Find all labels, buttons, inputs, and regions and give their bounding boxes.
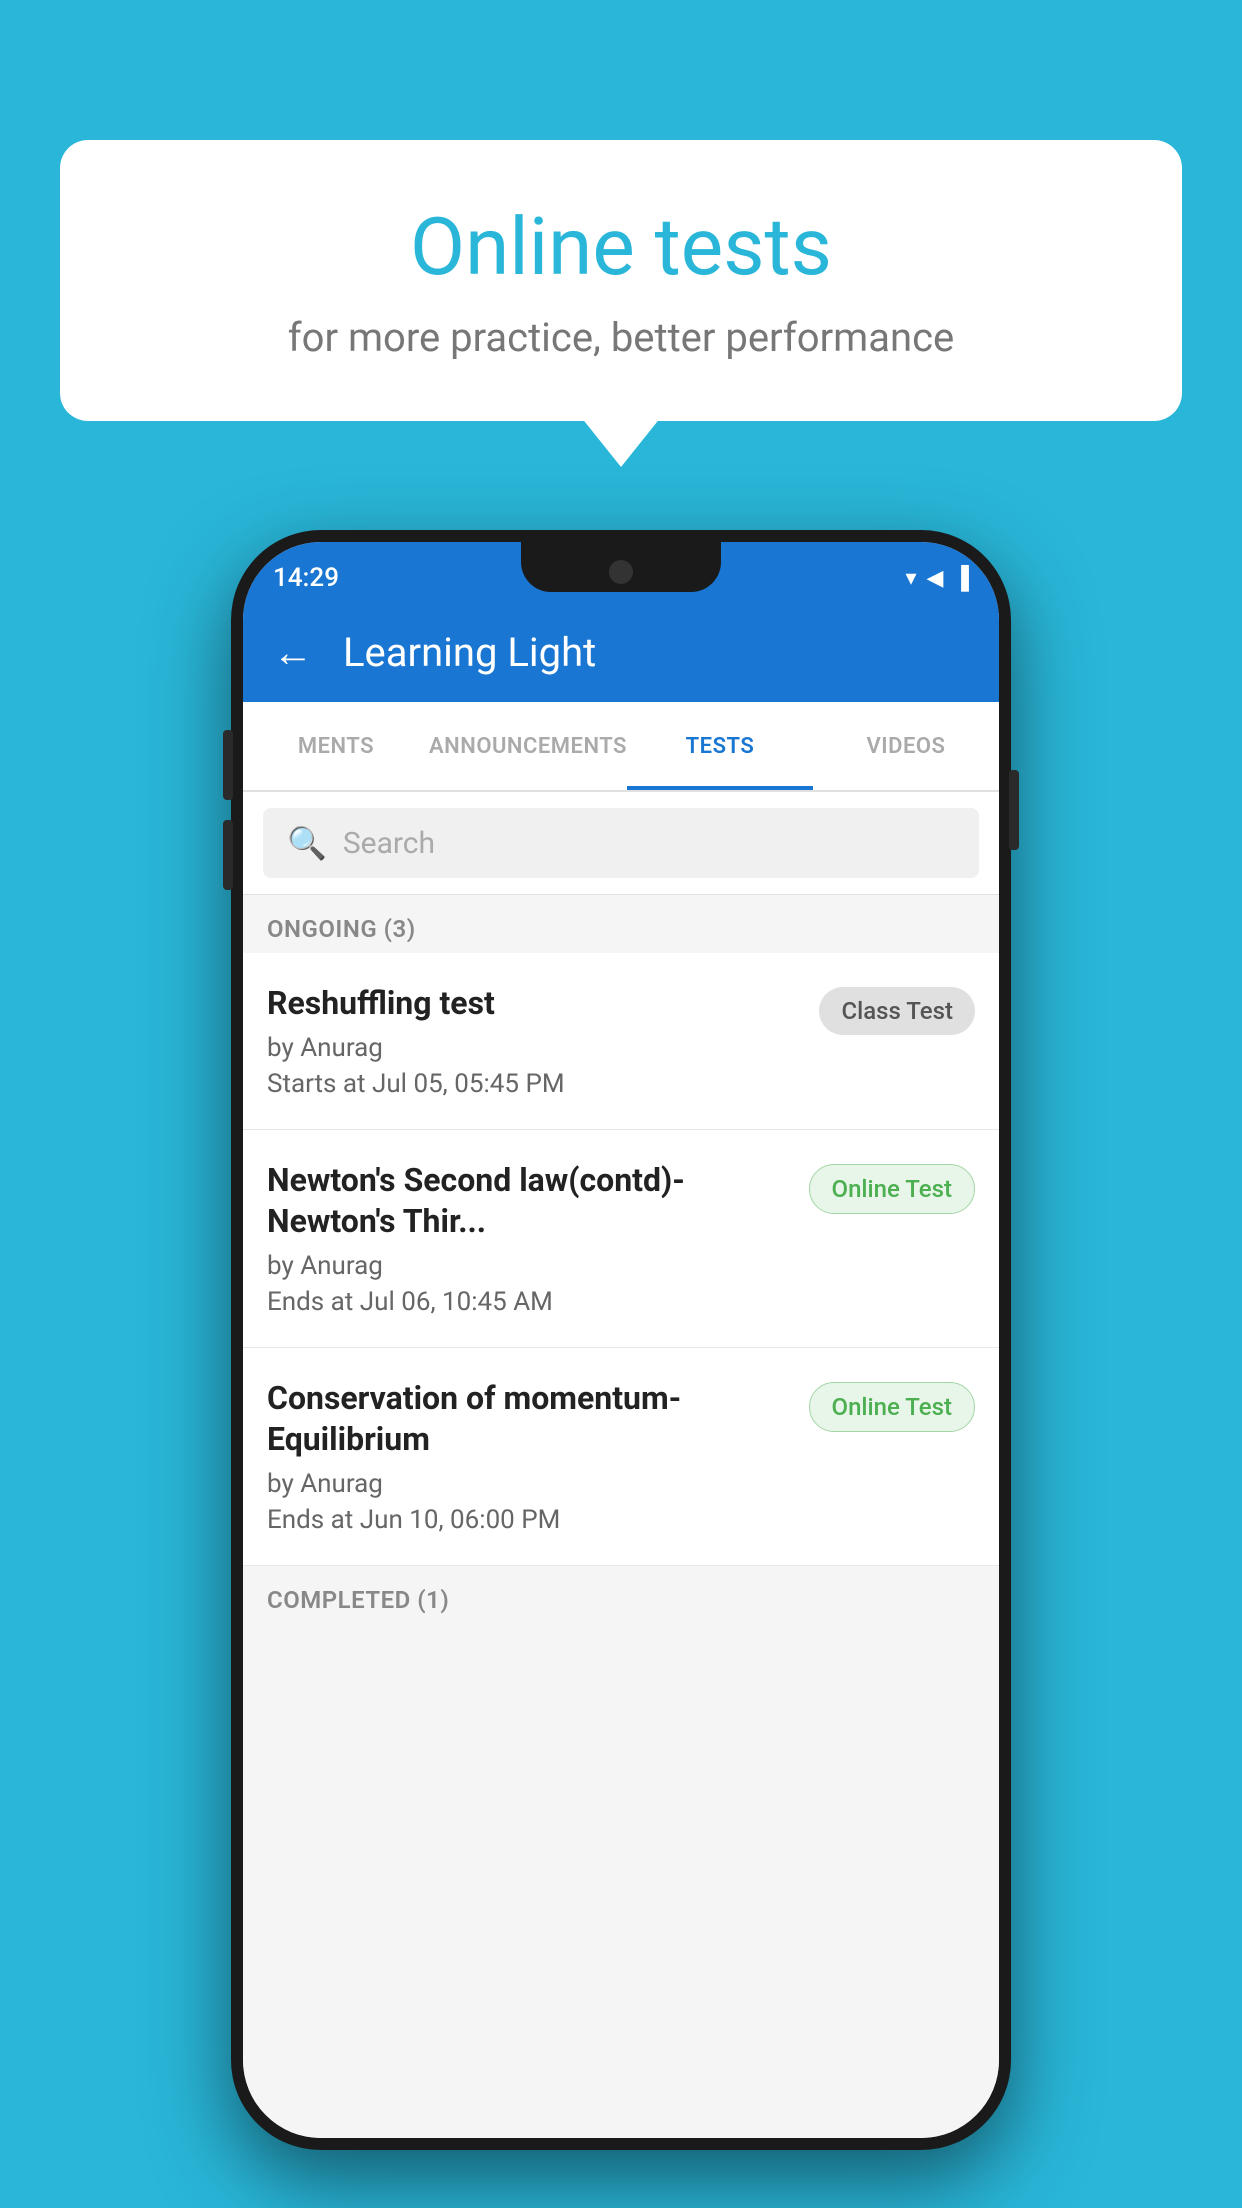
back-button[interactable]: ← (273, 629, 313, 676)
search-icon: 🔍 (287, 824, 327, 862)
test-author-3: by Anurag (267, 1469, 789, 1499)
app-title: Learning Light (343, 629, 596, 676)
test-info-2: Newton's Second law(contd)-Newton's Thir… (267, 1160, 789, 1317)
phone-camera (609, 560, 633, 584)
wifi-icon: ▾ (905, 566, 916, 591)
test-date-1: Starts at Jul 05, 05:45 PM (267, 1069, 799, 1099)
test-name-1: Reshuffling test (267, 983, 799, 1025)
signal-icon: ◀ (926, 566, 943, 591)
speech-bubble: Online tests for more practice, better p… (60, 140, 1182, 421)
phone-frame: 14:29 ▾ ◀ ▐ ← Learning Light MENTS ANNOU… (231, 530, 1011, 2150)
test-badge-1: Class Test (819, 987, 975, 1035)
test-item-2[interactable]: Newton's Second law(contd)-Newton's Thir… (243, 1130, 999, 1348)
test-name-3: Conservation of momentum-Equilibrium (267, 1378, 789, 1461)
test-name-2: Newton's Second law(contd)-Newton's Thir… (267, 1160, 789, 1243)
test-badge-2: Online Test (809, 1164, 975, 1214)
app-bar: ← Learning Light (243, 602, 999, 702)
battery-icon: ▐ (953, 565, 969, 591)
phone-screen: 14:29 ▾ ◀ ▐ ← Learning Light MENTS ANNOU… (243, 542, 999, 2138)
tab-ments[interactable]: MENTS (243, 702, 429, 790)
test-item-1[interactable]: Reshuffling test by Anurag Starts at Jul… (243, 953, 999, 1130)
status-icons: ▾ ◀ ▐ (905, 565, 969, 591)
test-info-3: Conservation of momentum-Equilibrium by … (267, 1378, 789, 1535)
test-date-2: Ends at Jul 06, 10:45 AM (267, 1287, 789, 1317)
tab-videos[interactable]: VIDEOS (813, 702, 999, 790)
content-area: 🔍 Search ONGOING (3) Reshuffling test by… (243, 792, 999, 2138)
phone-container: 14:29 ▾ ◀ ▐ ← Learning Light MENTS ANNOU… (231, 530, 1011, 2150)
ongoing-section-header: ONGOING (3) (243, 895, 999, 953)
test-date-3: Ends at Jun 10, 06:00 PM (267, 1505, 789, 1535)
completed-section-header: COMPLETED (1) (243, 1566, 999, 1624)
speech-bubble-subtitle: for more practice, better performance (140, 314, 1102, 361)
volume-down-button-2[interactable] (223, 820, 233, 890)
tab-bar: MENTS ANNOUNCEMENTS TESTS VIDEOS (243, 702, 999, 792)
test-item-3[interactable]: Conservation of momentum-Equilibrium by … (243, 1348, 999, 1566)
volume-down-button-1[interactable] (223, 730, 233, 800)
search-container: 🔍 Search (243, 792, 999, 895)
speech-bubble-container: Online tests for more practice, better p… (60, 140, 1182, 421)
volume-up-button[interactable] (1009, 770, 1019, 850)
test-info-1: Reshuffling test by Anurag Starts at Jul… (267, 983, 799, 1099)
search-placeholder: Search (343, 826, 435, 861)
test-badge-3: Online Test (809, 1382, 975, 1432)
test-author-2: by Anurag (267, 1251, 789, 1281)
search-bar[interactable]: 🔍 Search (263, 808, 979, 878)
tab-tests[interactable]: TESTS (627, 702, 813, 790)
speech-bubble-title: Online tests (140, 200, 1102, 294)
test-author-1: by Anurag (267, 1033, 799, 1063)
tab-announcements[interactable]: ANNOUNCEMENTS (429, 702, 627, 790)
phone-notch (521, 542, 721, 592)
